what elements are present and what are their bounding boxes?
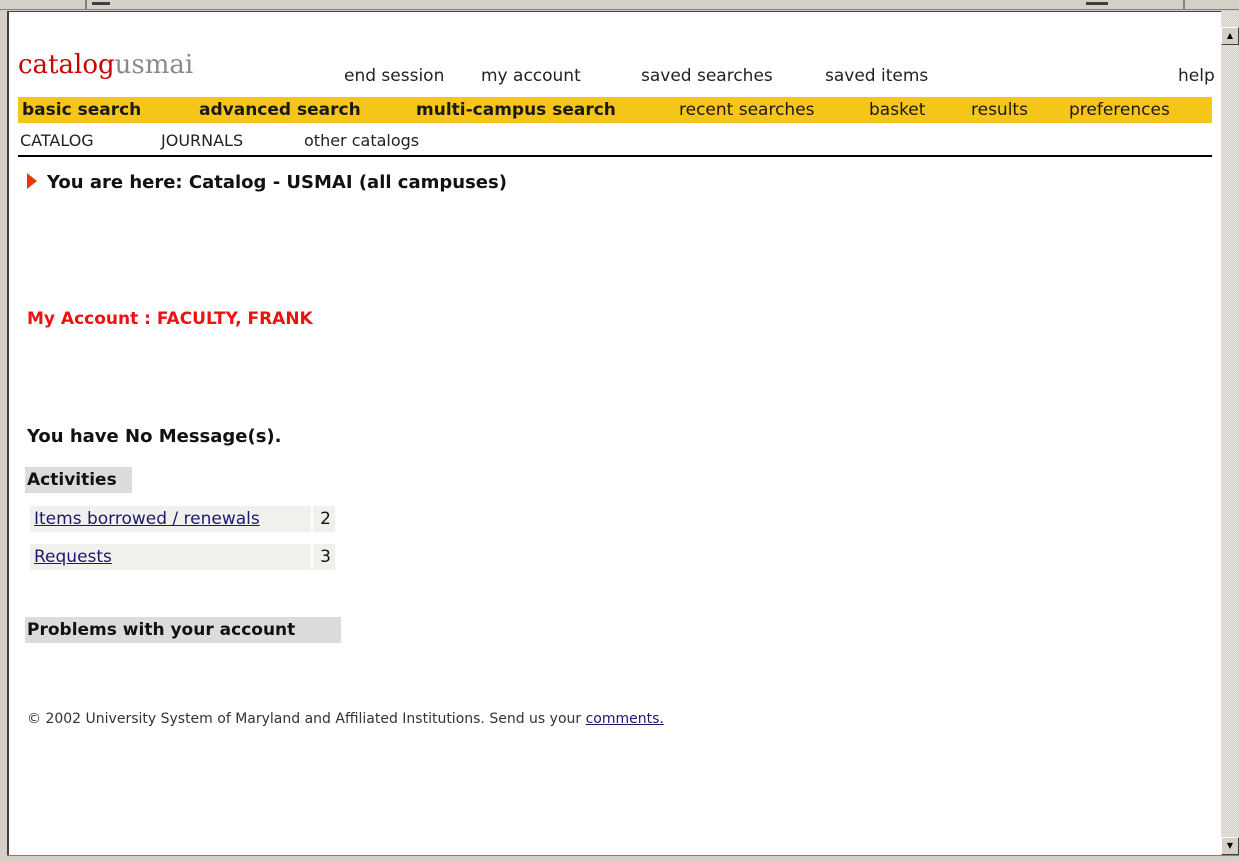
window-bottom-edge <box>7 855 1239 861</box>
items-borrowed-link[interactable]: Items borrowed / renewals <box>30 509 260 529</box>
my-account-link[interactable]: my account <box>481 66 581 86</box>
account-title: My Account : FACULTY, FRANK <box>27 309 313 329</box>
activity-row-requests-cell: Requests <box>30 544 311 570</box>
messages-status: You have No Message(s). <box>27 426 282 447</box>
chrome-mark <box>1086 2 1108 5</box>
chrome-divider <box>1183 0 1185 9</box>
requests-link[interactable]: Requests <box>30 547 112 567</box>
requests-count: 3 <box>313 544 335 570</box>
end-session-link[interactable]: end session <box>344 66 444 86</box>
saved-searches-link[interactable]: saved searches <box>641 66 773 86</box>
tab-other-catalogs[interactable]: other catalogs <box>304 131 419 150</box>
nav-results[interactable]: results <box>971 100 1028 120</box>
nav-divider <box>18 155 1212 157</box>
vertical-scrollbar[interactable]: ▲ ▼ <box>1221 11 1239 855</box>
chrome-divider <box>85 0 87 9</box>
problems-heading: Problems with your account <box>25 617 341 643</box>
logo-catalog-text: catalog <box>18 50 115 80</box>
scroll-up-arrow-icon[interactable]: ▲ <box>1221 27 1239 45</box>
comments-link[interactable]: comments. <box>586 711 664 727</box>
nav-recent-searches[interactable]: recent searches <box>679 100 815 120</box>
triangle-right-icon <box>27 173 37 189</box>
footer-text: © 2002 University System of Maryland and… <box>27 711 582 727</box>
window-top-chrome <box>0 0 1239 10</box>
nav-multi-campus-search[interactable]: multi-campus search <box>416 100 616 120</box>
footer: © 2002 University System of Maryland and… <box>27 711 664 727</box>
nav-basic-search[interactable]: basic search <box>22 100 141 120</box>
tab-journals[interactable]: JOURNALS <box>161 131 243 150</box>
breadcrumb: You are here: Catalog - USMAI (all campu… <box>47 172 507 193</box>
chrome-mark <box>92 2 110 5</box>
saved-items-link[interactable]: saved items <box>825 66 928 86</box>
nav-preferences[interactable]: preferences <box>1069 100 1170 120</box>
nav-advanced-search[interactable]: advanced search <box>199 100 361 120</box>
items-borrowed-count: 2 <box>313 506 335 532</box>
activity-row-borrowed-cell: Items borrowed / renewals <box>30 506 311 532</box>
logo-usmai-text: usmai <box>114 50 194 80</box>
scroll-down-arrow-icon[interactable]: ▼ <box>1221 837 1239 855</box>
catalog-usmai-logo[interactable]: catalogusmai <box>18 50 193 80</box>
help-link[interactable]: help <box>1178 66 1215 86</box>
tab-catalog[interactable]: CATALOG <box>20 131 94 150</box>
nav-basket[interactable]: basket <box>869 100 925 120</box>
activities-heading: Activities <box>25 467 132 493</box>
